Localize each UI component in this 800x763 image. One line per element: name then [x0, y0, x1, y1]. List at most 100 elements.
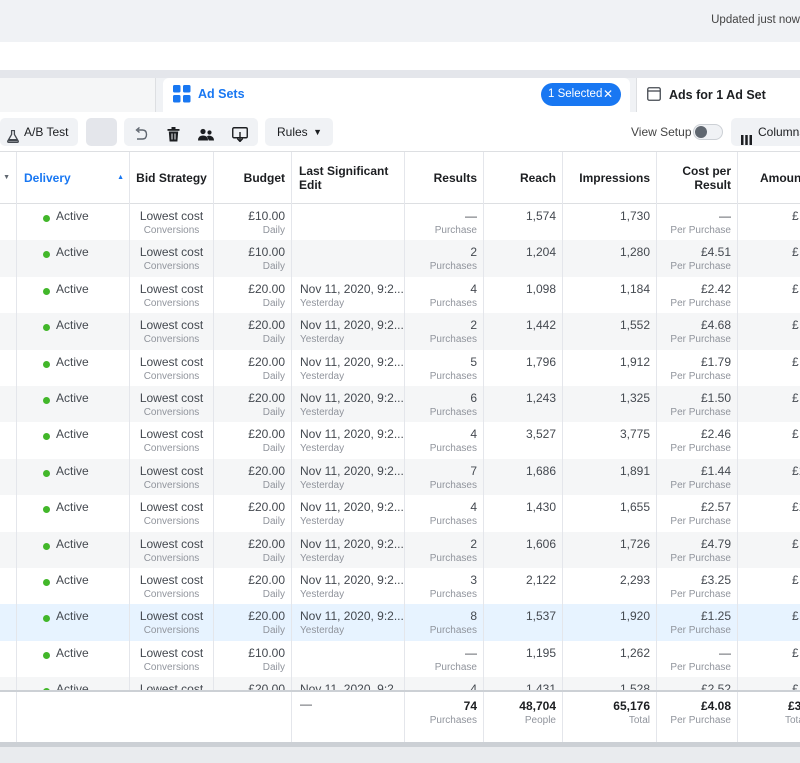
- budget-sub: Daily: [262, 589, 285, 600]
- tab-campaigns[interactable]: [0, 78, 156, 112]
- flask-icon: [7, 125, 19, 153]
- column-header-cost-per-result-label: Cost per Result: [682, 164, 731, 192]
- table-row[interactable]: ActiveLowest costConversions£20.00DailyN…: [0, 276, 800, 314]
- cell-first: [0, 495, 17, 532]
- cell-results: 4Purchases: [405, 422, 484, 459]
- reach-value: 1,537: [525, 609, 556, 624]
- cell-delivery: Active: [17, 458, 130, 496]
- table-row[interactable]: ActiveLowest costConversions£20.00DailyN…: [0, 313, 800, 350]
- cell-cost: £2.52Per Purchase: [657, 677, 738, 690]
- cell-bid: Lowest costConversions: [130, 240, 214, 277]
- bid-value: Lowest cost: [139, 245, 204, 260]
- totals-edit: —: [292, 692, 405, 742]
- cell-edit: Nov 11, 2020, 9:2...Yesterday: [292, 458, 405, 496]
- delivery-status: Active: [56, 463, 89, 478]
- ab-test-button[interactable]: A/B Test: [0, 118, 78, 146]
- amount-value: £: [792, 645, 799, 660]
- impressions-value: 2,293: [619, 573, 650, 587]
- cell-budget: £20.00Daily: [214, 531, 292, 568]
- table-row[interactable]: ActiveLowest costConversions£20.00DailyN…: [0, 349, 800, 386]
- tab-ad-sets[interactable]: Ad Sets 1 Selected ✕: [163, 78, 630, 112]
- cell-impressions: 1,552: [563, 313, 657, 350]
- results-value: —: [465, 645, 477, 660]
- close-icon[interactable]: ✕: [603, 83, 613, 106]
- cell-results: 7 Purchases: [405, 458, 484, 496]
- impressions-value: 1,891: [619, 463, 650, 478]
- bid-value: Lowest cost: [139, 391, 204, 405]
- bid-sub: Conversions: [143, 261, 200, 273]
- table-row[interactable]: ActiveLowest costConversions£20.00DailyN…: [0, 531, 800, 568]
- table-row[interactable]: ActiveLowest costConversions£20.00DailyN…: [0, 386, 800, 423]
- cell-budget: £20.00Daily: [214, 422, 292, 459]
- cell-bid: Lowest costConversions: [130, 349, 214, 386]
- amount-value: £: [792, 536, 799, 551]
- table-row[interactable]: ActiveLowest costConversions£20.00DailyN…: [0, 604, 800, 641]
- totals-impressions-sub: Total: [628, 715, 650, 726]
- view-setup-label: View Setup: [631, 125, 692, 139]
- active-status-dot: [43, 579, 50, 586]
- cell-bid: Lowest costConversions: [130, 531, 214, 568]
- toggle-knob: [695, 126, 707, 138]
- budget-value: £20.00: [248, 354, 285, 369]
- duplicate-button[interactable]: [86, 118, 117, 146]
- preview-icon[interactable]: [232, 124, 248, 152]
- trash-icon[interactable]: [167, 124, 180, 152]
- column-header-reach[interactable]: Reach: [484, 152, 563, 204]
- totals-results: 74 Purchases: [405, 692, 484, 742]
- table-row[interactable]: ActiveLowest costConversions£20.00DailyN…: [0, 495, 800, 532]
- cell-results: 8 Purchases: [405, 604, 484, 641]
- results-value: 2: [470, 245, 477, 260]
- cost-value: £2.57: [700, 500, 731, 515]
- cell-delivery: Active: [17, 276, 130, 314]
- table-row[interactable]: ActiveLowest costConversions£20.00DailyN…: [0, 677, 800, 690]
- table-row[interactable]: ActiveLowest costConversions£20.00DailyN…: [0, 422, 800, 459]
- table-row[interactable]: Active Lowest cost Conversions £10.00 Daily —…: [0, 204, 800, 241]
- table-row[interactable]: ActiveLowest costConversions£20.00DailyN…: [0, 458, 800, 496]
- delivery-status: Active: [56, 682, 89, 690]
- columns-button[interactable]: Columns: [731, 118, 800, 146]
- bid-value: Lowest cost: [139, 645, 204, 660]
- column-header-cost-per-result[interactable]: Cost per Result: [657, 152, 738, 204]
- impressions-value: 1,726: [619, 536, 650, 551]
- edit-value: Nov 11, 2020, 9:2...: [300, 609, 404, 624]
- cell-reach: 1,204: [484, 240, 563, 277]
- cell-budget: £20.00Daily: [214, 568, 292, 605]
- totals-reach-value: 48,704: [519, 699, 556, 713]
- cell-amount: £: [738, 604, 800, 640]
- column-header-name[interactable]: ▼: [0, 152, 17, 204]
- column-header-bid-strategy[interactable]: Bid Strategy: [130, 152, 214, 204]
- column-header-impressions[interactable]: Impressions: [563, 152, 657, 204]
- table-row[interactable]: Active Lowest cost Conversions £10.00 Daily 2…: [0, 240, 800, 277]
- view-setup-toggle[interactable]: [693, 124, 723, 140]
- table-row[interactable]: ActiveLowest costConversions£20.00DailyN…: [0, 568, 800, 605]
- cell-amount: £: [738, 386, 800, 422]
- amount-value: £: [792, 573, 799, 587]
- column-header-results[interactable]: Results: [405, 152, 484, 204]
- cell-impressions: 1,528: [563, 677, 657, 690]
- page-bottom: [0, 747, 800, 763]
- rules-dropdown[interactable]: Rules ▼: [265, 118, 333, 146]
- column-header-delivery[interactable]: Delivery ▲: [17, 152, 130, 204]
- amount-value: £1: [792, 463, 800, 478]
- cost-sub: Per Purchase: [670, 407, 731, 418]
- selection-pill[interactable]: 1 Selected ✕: [541, 83, 621, 106]
- budget-sub: Daily: [262, 261, 285, 273]
- delivery-status: Active: [56, 209, 89, 223]
- cell-first: [0, 604, 17, 641]
- status-bar: Updated just now: [0, 0, 800, 42]
- people-icon[interactable]: [198, 124, 214, 152]
- undo-icon[interactable]: [134, 124, 148, 152]
- column-header-amount[interactable]: Amount: [738, 152, 800, 204]
- budget-sub: Daily: [262, 516, 285, 528]
- cell-impressions: 1,726: [563, 531, 657, 568]
- column-header-budget[interactable]: Budget: [214, 152, 292, 204]
- edit-value: Nov 11, 2020, 9:2...: [300, 391, 404, 405]
- edit-sub: Yesterday: [300, 370, 345, 382]
- edit-sub: Yesterday: [300, 443, 345, 455]
- tab-ads[interactable]: Ads for 1 Ad Set: [636, 78, 800, 112]
- cost-sub: Per Purchase: [670, 261, 731, 273]
- column-header-last-edit[interactable]: Last Significant Edit: [292, 152, 405, 204]
- table-row[interactable]: Active Lowest cost Conversions £10.00 Daily —…: [0, 640, 800, 678]
- cost-value: —: [719, 209, 731, 223]
- amount-value: £: [792, 318, 799, 333]
